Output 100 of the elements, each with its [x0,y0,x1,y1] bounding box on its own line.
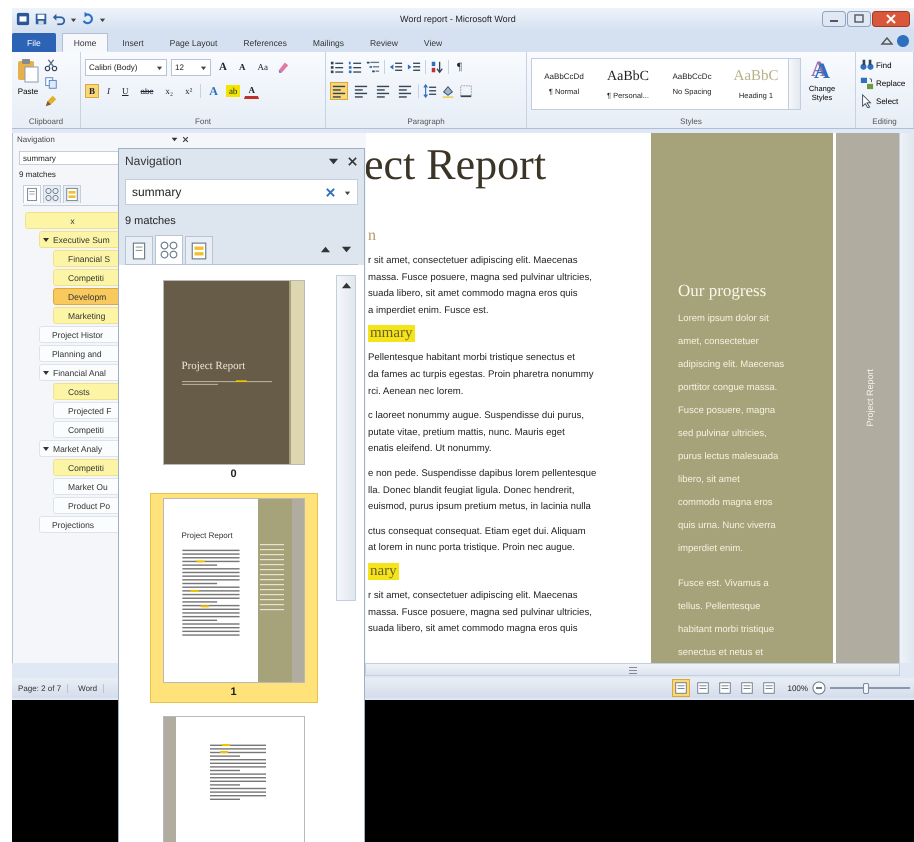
heading-item[interactable]: Projected F [53,402,119,419]
font-button[interactable]: A [215,59,231,75]
heading-item[interactable]: Competiti [53,421,119,438]
zoom-out-icon[interactable] [812,681,826,695]
heading-item[interactable]: Competiti [53,269,119,286]
editing-button[interactable]: Replace [860,76,909,90]
ribbon-tab[interactable]: Review [358,33,410,52]
caret-icon[interactable] [200,64,207,70]
eraser-icon[interactable] [276,60,290,74]
align-icon[interactable] [330,82,348,100]
format-button[interactable]: x² [181,84,196,98]
font-name-field[interactable]: Calibri (Body) [85,58,167,76]
customize-caret-icon[interactable] [99,16,106,22]
borders-icon[interactable] [459,84,473,98]
view-tab[interactable] [185,236,213,264]
ribbon-tab[interactable]: View [412,33,454,52]
clear-icon[interactable] [325,186,336,198]
page-count[interactable]: Page: 2 of 7 [12,684,68,692]
heading-item[interactable]: Competiti [53,459,119,476]
caret-icon[interactable] [70,16,77,22]
heading-item[interactable]: Product Po [53,497,119,514]
view-tab[interactable] [63,185,81,203]
font-button[interactable]: Aa [253,60,272,74]
close-button[interactable] [872,11,910,27]
format-button[interactable]: x₂ [161,84,178,98]
gallery-scrollbar[interactable] [788,59,800,109]
heading-item[interactable]: Planning and [39,345,119,362]
sort-icon[interactable] [430,60,444,74]
previous-result-icon[interactable] [320,244,331,255]
line-spacing-icon[interactable] [423,84,437,98]
slider-thumb[interactable] [863,682,869,694]
minimize-button[interactable] [822,11,846,27]
expander-icon[interactable] [43,370,49,374]
copy-icon[interactable] [44,76,58,90]
increase-indent-icon[interactable] [407,60,421,74]
heading-item[interactable]: Costs [53,383,119,400]
heading-item[interactable]: Developm [53,288,119,305]
editing-button[interactable]: Select [860,94,909,108]
save-icon[interactable] [34,12,48,26]
maximize-button[interactable] [847,11,871,27]
heading-item[interactable]: Project Histor [39,326,119,343]
scroll-up-icon[interactable] [340,280,352,291]
search-field[interactable]: summary [19,151,119,165]
font-size-field[interactable]: 12 [171,58,211,76]
ribbon-tab[interactable]: Page Layout [158,33,230,52]
show-formatting-button[interactable]: ¶ [453,59,466,75]
expander-icon[interactable] [43,238,49,242]
format-button[interactable]: I [103,84,114,98]
vertical-scrollbar[interactable] [336,275,356,601]
format-button[interactable]: abc [136,84,158,98]
cut-icon[interactable] [44,58,58,72]
ribbon-tab[interactable]: Mailings [300,33,356,52]
redo-icon[interactable] [81,12,95,26]
ribbon-tab[interactable]: Home [62,33,108,52]
word-icon[interactable] [16,12,30,26]
help-icon[interactable] [896,34,910,48]
font-button[interactable]: A [244,83,259,99]
search-field[interactable]: summary [125,179,358,205]
heading-item[interactable]: Financial S [53,250,119,267]
ribbon-tab[interactable]: Insert [110,33,156,52]
caret-icon[interactable] [344,188,351,196]
heading-item[interactable]: Projections [39,516,119,533]
horizontal-scrollbar[interactable] [365,663,900,676]
view-tab[interactable] [43,185,61,203]
ribbon-tab[interactable]: References [231,33,299,52]
heading-item[interactable]: Financial Anal [39,364,119,381]
close-icon[interactable] [347,156,358,166]
view-tab[interactable] [125,236,153,264]
format-painter-icon[interactable] [44,94,58,108]
font-button[interactable]: ab [226,85,240,97]
bullets-icon[interactable] [330,60,344,74]
zoom-level[interactable]: 100% [788,684,808,692]
next-result-icon[interactable] [341,244,352,255]
decrease-indent-icon[interactable] [389,60,403,74]
close-icon[interactable] [182,136,189,142]
page-thumbnail[interactable]: Project Report 0 [150,275,318,485]
vertical-scrollbar[interactable] [899,133,914,663]
heading-item[interactable]: x [25,212,119,229]
font-button[interactable]: A [205,82,222,100]
page-thumbnail[interactable]: Project Report 1 [150,493,318,703]
view-tab[interactable] [23,185,41,203]
format-button[interactable]: B [85,84,100,98]
caret-icon[interactable] [156,64,163,70]
ribbon-tab[interactable]: File [12,33,56,52]
view-tab[interactable] [155,235,183,264]
heading-item[interactable]: Executive Sum [39,231,119,248]
multilevel-list-icon[interactable] [366,60,380,74]
font-button[interactable]: A [234,60,250,74]
word-count[interactable]: Word [72,684,104,692]
undo-icon[interactable] [52,12,66,26]
heading-item[interactable]: Market Ou [53,478,119,495]
numbering-icon[interactable] [348,60,362,74]
heading-item[interactable]: Marketing [53,307,119,324]
view-button[interactable] [672,679,690,697]
paste-button[interactable]: Paste [16,58,40,117]
shading-icon[interactable] [441,84,455,98]
editing-button[interactable]: Find [860,58,909,72]
heading-item[interactable]: Market Analy [39,440,119,457]
expander-icon[interactable] [43,446,49,450]
format-button[interactable]: U [118,84,133,98]
